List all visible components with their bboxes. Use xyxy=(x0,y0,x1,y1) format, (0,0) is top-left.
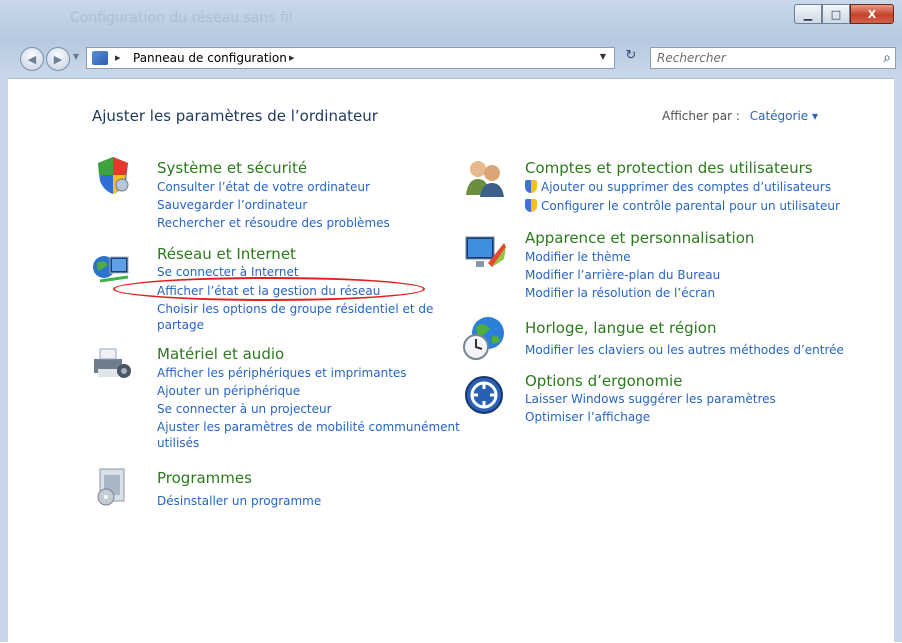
category-network-internet[interactable]: Réseau et Internet xyxy=(157,245,296,263)
link-add-remove-accounts-label[interactable]: Ajouter ou supprimer des comptes d’utili… xyxy=(541,180,831,194)
link-change-theme[interactable]: Modifier le thème xyxy=(525,250,631,265)
search-placeholder: Rechercher xyxy=(657,51,726,65)
link-optimize-display[interactable]: Optimiser l’affichage xyxy=(525,410,650,425)
link-add-device[interactable]: Ajouter un périphérique xyxy=(157,384,300,399)
breadcrumb-separator-icon[interactable]: ▸ xyxy=(289,51,295,64)
title-bar: Configuration du réseau sans fil ▁ □ X xyxy=(0,0,902,38)
view-by-label: Afficher par : xyxy=(662,109,740,123)
breadcrumb-control-panel[interactable]: Panneau de configuration xyxy=(133,51,287,65)
back-button[interactable]: ◀ xyxy=(20,47,44,71)
link-add-remove-accounts[interactable]: Ajouter ou supprimer des comptes d’utili… xyxy=(525,180,831,195)
category-ease-of-access[interactable]: Options d’ergonomie xyxy=(525,372,682,390)
programs-icon xyxy=(94,467,130,507)
search-icon[interactable]: ⌕ xyxy=(883,50,891,66)
view-by-control: Afficher par : Catégorie ▾ xyxy=(662,109,818,123)
recent-pages-dropdown-icon[interactable]: ▼ xyxy=(73,52,79,61)
window-controls: ▁ □ X xyxy=(794,4,894,24)
link-check-computer-status[interactable]: Consulter l’état de votre ordinateur xyxy=(157,180,370,195)
navigation-toolbar: ◀ ▶ ▼ ▸ Panneau de configuration ▸ ▼ ↻ R… xyxy=(0,44,902,74)
link-mobility-settings[interactable]: Ajuster les paramètres de mobilité commu… xyxy=(157,420,460,435)
link-mobility-settings-cont[interactable]: utilisés xyxy=(157,436,199,451)
forward-button[interactable]: ▶ xyxy=(46,47,70,71)
category-hardware-sound[interactable]: Matériel et audio xyxy=(157,345,284,363)
link-parental-controls-label[interactable]: Configurer le contrôle parental pour un … xyxy=(541,199,840,213)
uac-shield-icon xyxy=(525,180,537,193)
security-shield-icon xyxy=(96,155,130,195)
close-button[interactable]: X xyxy=(850,4,894,24)
category-clock-language-region[interactable]: Horloge, langue et région xyxy=(525,319,716,337)
address-dropdown-icon[interactable]: ▼ xyxy=(600,52,606,61)
refresh-icon[interactable]: ↻ xyxy=(619,48,643,68)
link-devices-printers[interactable]: Afficher les périphériques et imprimante… xyxy=(157,366,407,381)
link-homegroup-options[interactable]: Choisir les options de groupe résidentie… xyxy=(157,302,433,317)
link-uninstall-program[interactable]: Désinstaller un programme xyxy=(157,494,321,509)
link-homegroup-options-cont[interactable]: partage xyxy=(157,318,204,333)
category-system-security[interactable]: Système et sécurité xyxy=(157,159,307,177)
clock-globe-icon xyxy=(462,313,506,361)
control-panel-content: Ajuster les paramètres de l’ordinateur A… xyxy=(8,78,894,643)
link-troubleshoot[interactable]: Rechercher et résoudre des problèmes xyxy=(157,216,390,231)
link-connect-projector[interactable]: Se connecter à un projecteur xyxy=(157,402,332,417)
category-programs[interactable]: Programmes xyxy=(157,469,252,487)
network-globe-icon xyxy=(92,251,132,287)
view-by-dropdown[interactable]: Catégorie ▾ xyxy=(750,109,818,123)
uac-shield-icon xyxy=(525,199,537,212)
ease-of-access-icon xyxy=(464,375,504,415)
link-windows-suggest-settings[interactable]: Laisser Windows suggérer les paramètres xyxy=(525,392,776,407)
window-title: Configuration du réseau sans fil xyxy=(70,10,293,26)
window-frame: Configuration du réseau sans fil ▁ □ X ◀… xyxy=(0,0,902,643)
highlight-ellipse xyxy=(113,277,425,301)
appearance-icon xyxy=(464,233,506,271)
printer-hardware-icon xyxy=(92,345,132,383)
link-backup-computer[interactable]: Sauvegarder l’ordinateur xyxy=(157,198,307,213)
link-change-resolution[interactable]: Modifier la résolution de l’écran xyxy=(525,286,715,301)
search-input[interactable]: Rechercher ⌕ xyxy=(650,47,896,69)
address-bar[interactable]: ▸ Panneau de configuration ▸ ▼ xyxy=(86,47,615,69)
category-user-accounts[interactable]: Comptes et protection des utilisateurs xyxy=(525,159,813,177)
minimize-button[interactable]: ▁ xyxy=(794,4,822,24)
control-panel-icon xyxy=(92,51,108,65)
link-parental-controls[interactable]: Configurer le contrôle parental pour un … xyxy=(525,199,840,214)
breadcrumb-separator-icon[interactable]: ▸ xyxy=(115,51,121,64)
category-appearance[interactable]: Apparence et personnalisation xyxy=(525,229,754,247)
page-title: Ajuster les paramètres de l’ordinateur xyxy=(92,107,378,125)
link-change-keyboards[interactable]: Modifier les claviers ou les autres méth… xyxy=(525,343,844,358)
maximize-button[interactable]: □ xyxy=(822,4,850,24)
link-change-background[interactable]: Modifier l’arrière-plan du Bureau xyxy=(525,268,720,283)
user-accounts-icon xyxy=(464,157,506,197)
